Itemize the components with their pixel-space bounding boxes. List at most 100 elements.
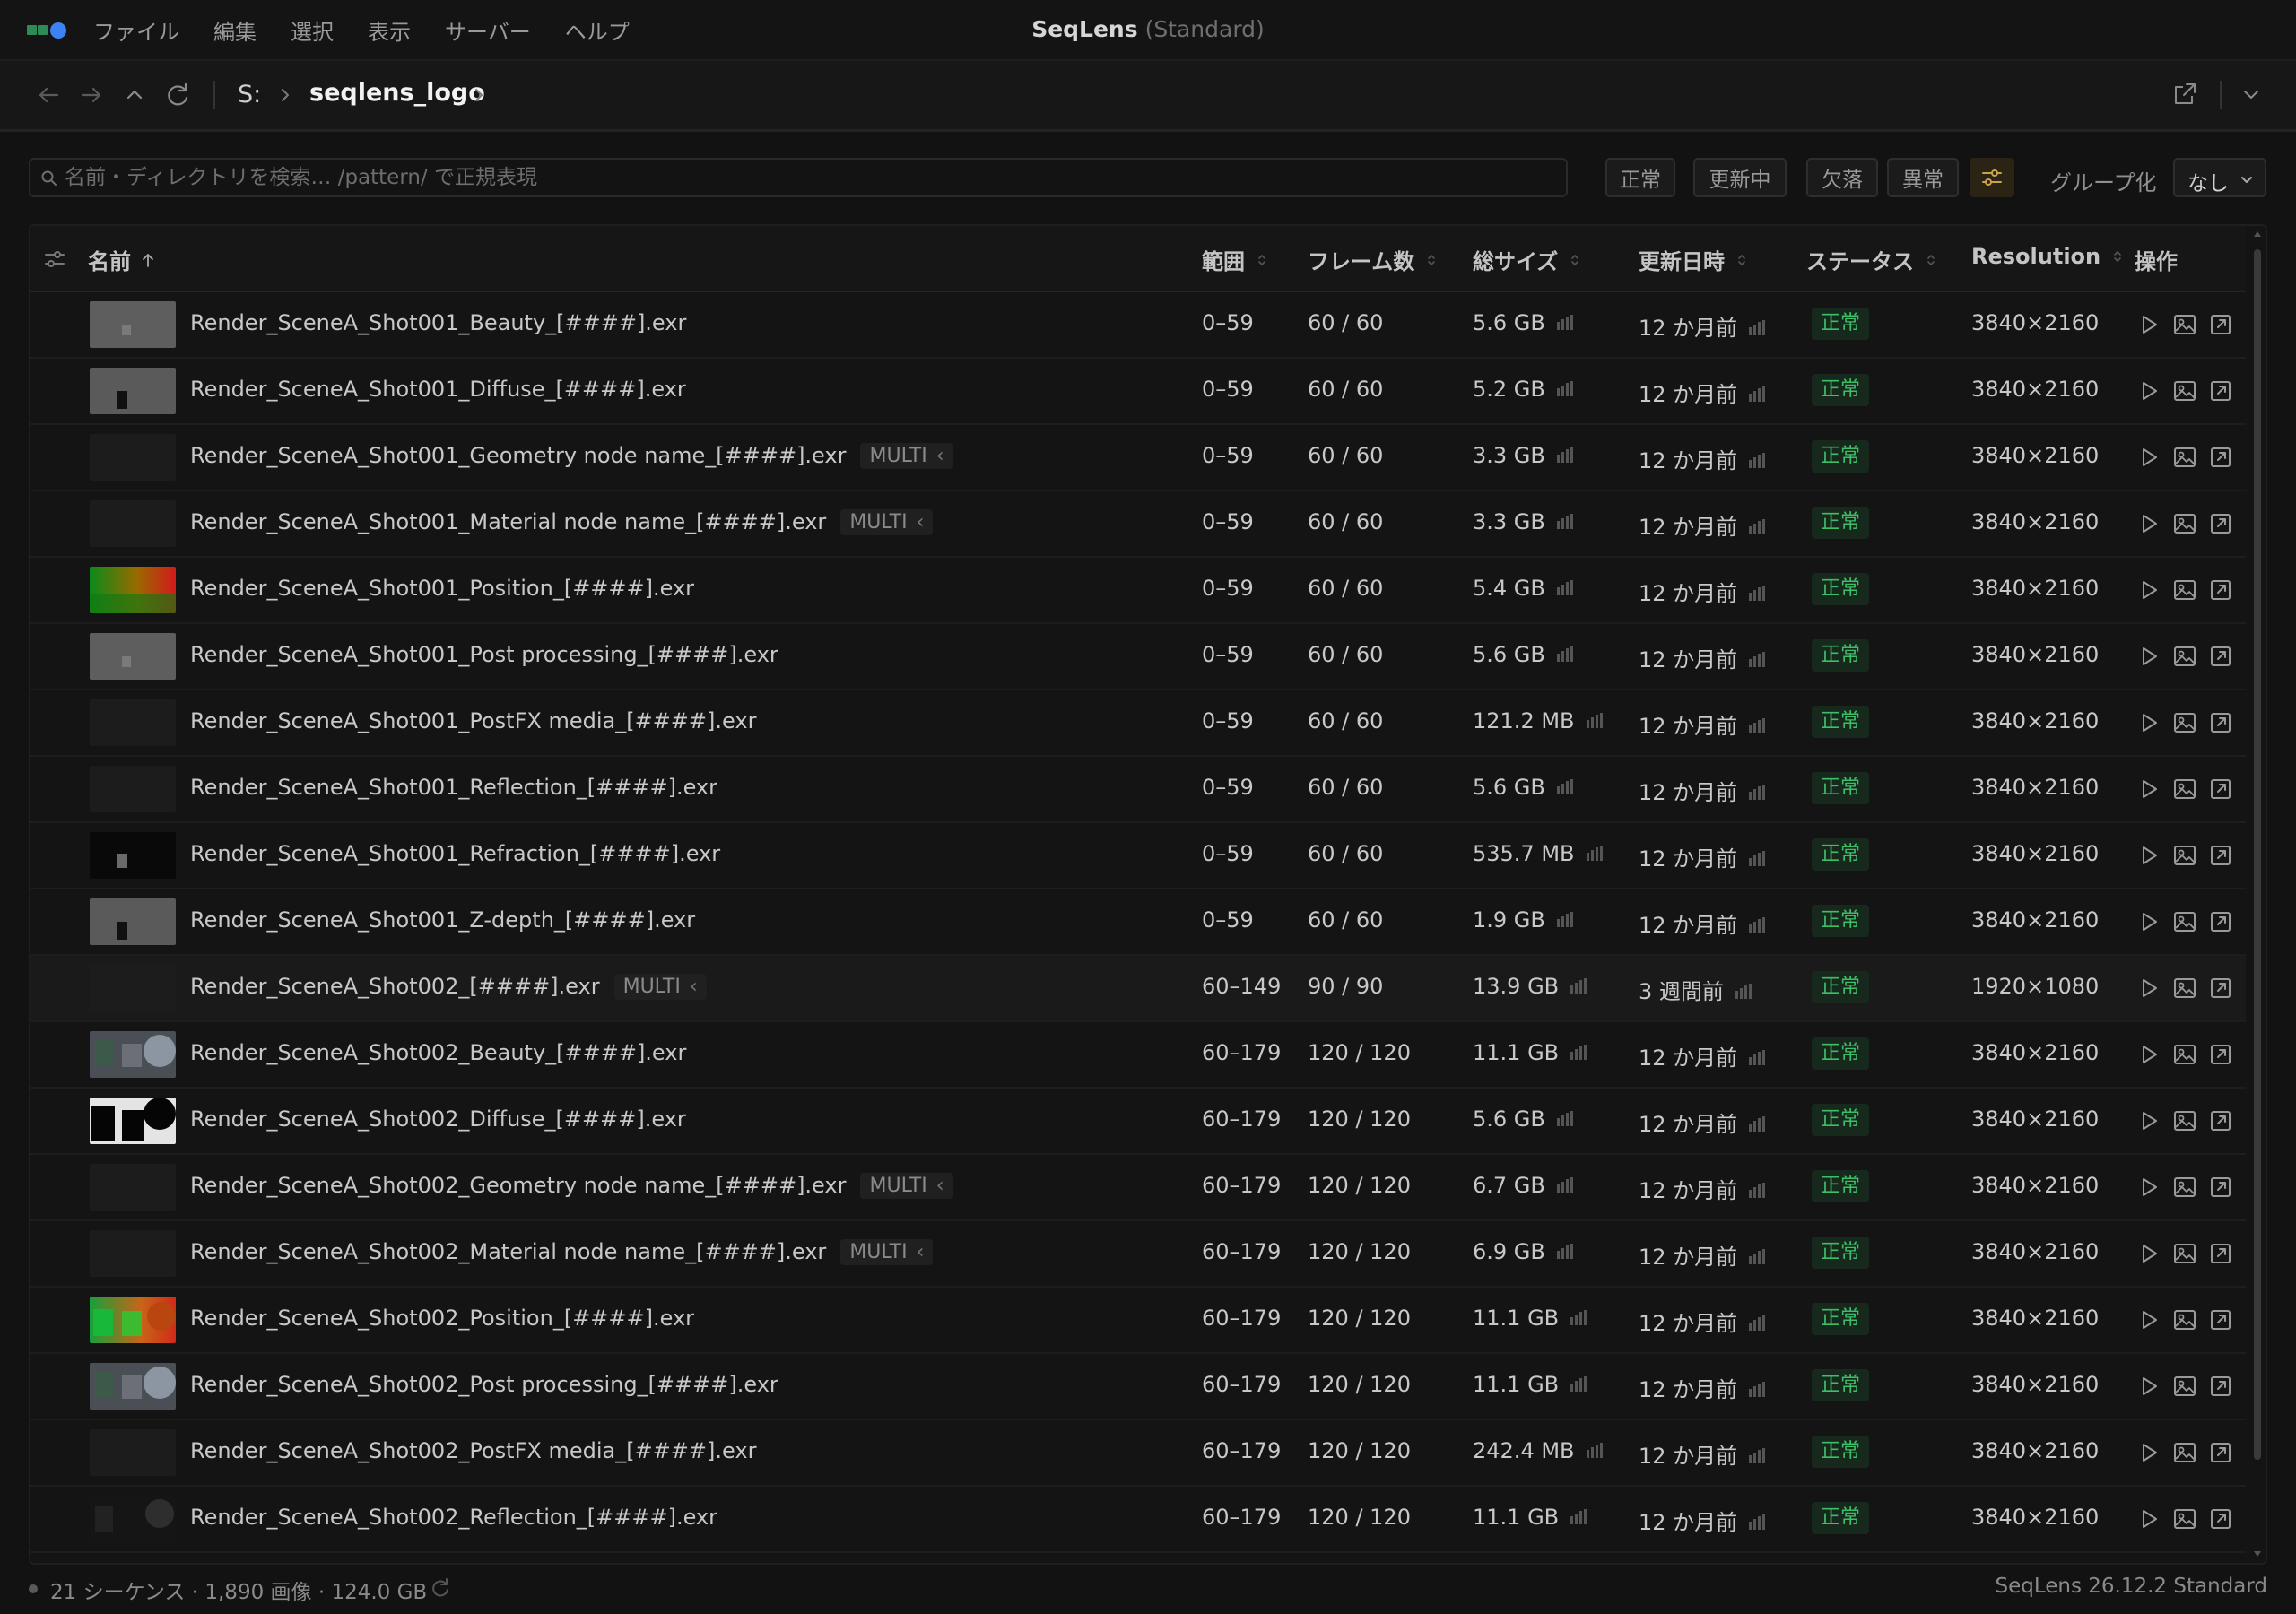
image-icon[interactable] [2172,1042,2197,1067]
open-external-icon[interactable] [2208,1440,2233,1465]
filter-chip-updating[interactable]: 更新中 [1693,158,1787,197]
open-external-icon[interactable] [2208,644,2233,669]
play-icon[interactable] [2136,1108,2161,1133]
image-icon[interactable] [2172,1440,2197,1465]
bar-chart-icon[interactable] [1570,1508,1589,1524]
filter-chip-missing[interactable]: 欠落 [1806,158,1878,197]
play-icon[interactable] [2136,777,2161,802]
play-icon[interactable] [2136,1440,2161,1465]
open-external-icon[interactable] [2208,710,2233,735]
image-icon[interactable] [2172,511,2197,536]
col-header-size[interactable]: 総サイズ [1473,244,1581,275]
play-icon[interactable] [2136,312,2161,337]
image-icon[interactable] [2172,1307,2197,1332]
open-external-icon[interactable] [2208,843,2233,868]
col-header-name[interactable]: 名前 [88,244,154,275]
chevron-right-icon[interactable] [468,82,490,108]
bar-chart-icon[interactable] [1748,651,1768,667]
play-icon[interactable] [2136,909,2161,934]
bar-chart-icon[interactable] [1748,717,1768,733]
bar-chart-icon[interactable] [1748,518,1768,534]
scroll-up-icon[interactable] [2252,230,2263,239]
refresh-icon[interactable] [161,79,194,111]
table-row[interactable]: Render_SceneA_Shot001_Material node name… [30,491,2246,558]
table-row[interactable]: Render_SceneA_Shot001_Z-depth_[####].exr… [30,889,2246,956]
image-icon[interactable] [2172,1241,2197,1266]
table-row[interactable]: Render_SceneA_Shot001_Geometry node name… [30,425,2246,491]
filter-settings-button[interactable] [1970,158,2014,197]
refresh-icon[interactable] [429,1576,452,1600]
table-row[interactable]: Render_SceneA_Shot002_Beauty_[####].exr 6… [30,1022,2246,1089]
play-icon[interactable] [2136,577,2161,603]
multi-badge[interactable]: MULTI ‹ [860,1173,953,1199]
image-icon[interactable] [2172,710,2197,735]
col-header-range[interactable]: 範囲 [1202,244,1268,275]
play-icon[interactable] [2136,445,2161,470]
table-row[interactable]: Render_SceneA_Shot002_PostFX media_[####… [30,1420,2246,1487]
open-external-icon[interactable] [2208,1175,2233,1200]
col-header-status[interactable]: ステータス [1806,244,1937,275]
bar-chart-icon[interactable] [1748,784,1768,800]
open-external-icon[interactable] [2208,445,2233,470]
image-icon[interactable] [2172,577,2197,603]
bar-chart-icon[interactable] [1556,646,1576,662]
bar-chart-icon[interactable] [1570,1044,1589,1060]
group-by-select[interactable]: なし [2173,158,2266,197]
image-icon[interactable] [2172,644,2197,669]
filter-chip-error[interactable]: 異常 [1887,158,1959,197]
image-icon[interactable] [2172,777,2197,802]
open-external-icon[interactable] [2208,1108,2233,1133]
image-icon[interactable] [2172,843,2197,868]
play-icon[interactable] [2136,1374,2161,1399]
scrollbar[interactable] [2251,230,2264,1561]
open-external-icon[interactable] [2208,577,2233,603]
table-row[interactable]: Render_SceneA_Shot002_Position_[####].ex… [30,1288,2246,1354]
table-row[interactable]: Render_SceneA_Shot001_Reflection_[####].… [30,757,2246,823]
bar-chart-icon[interactable] [1748,1315,1768,1331]
bar-chart-icon[interactable] [1748,1115,1768,1132]
table-row[interactable]: Render_SceneA_Shot002_Diffuse_[####].exr… [30,1089,2246,1155]
bar-chart-icon[interactable] [1570,1375,1589,1392]
open-external-icon[interactable] [2208,909,2233,934]
play-icon[interactable] [2136,710,2161,735]
open-external-icon[interactable] [2208,378,2233,404]
open-external-icon[interactable] [2208,511,2233,536]
bar-chart-icon[interactable] [1586,1442,1605,1458]
bar-chart-icon[interactable] [1556,1110,1576,1126]
open-external-icon[interactable] [2208,312,2233,337]
play-icon[interactable] [2136,511,2161,536]
table-row[interactable]: Render_SceneA_Shot001_Refraction_[####].… [30,823,2246,889]
bar-chart-icon[interactable] [1586,845,1605,861]
image-icon[interactable] [2172,1108,2197,1133]
col-header-frames[interactable]: フレーム数 [1308,244,1438,275]
table-row[interactable]: Render_SceneA_Shot002_Geometry node name… [30,1155,2246,1221]
bar-chart-icon[interactable] [1556,380,1576,396]
table-row[interactable]: Render_SceneA_Shot002_Post processing_[#… [30,1354,2246,1420]
image-icon[interactable] [2172,312,2197,337]
bar-chart-icon[interactable] [1570,977,1589,994]
bar-chart-icon[interactable] [1748,386,1768,402]
bar-chart-icon[interactable] [1748,1049,1768,1065]
open-external-icon[interactable] [2208,1374,2233,1399]
table-row[interactable]: Render_SceneA_Shot001_Diffuse_[####].exr… [30,359,2246,425]
bar-chart-icon[interactable] [1748,585,1768,601]
bar-chart-icon[interactable] [1748,916,1768,933]
multi-badge[interactable]: MULTI ‹ [840,1239,934,1265]
scroll-down-icon[interactable] [2252,1549,2263,1558]
bar-chart-icon[interactable] [1748,452,1768,468]
up-arrow-icon[interactable] [118,79,151,111]
image-icon[interactable] [2172,976,2197,1001]
filter-chip-ok[interactable]: 正常 [1605,158,1675,197]
bar-chart-icon[interactable] [1748,1248,1768,1264]
open-external-icon[interactable] [2208,1241,2233,1266]
table-row[interactable]: Render_SceneA_Shot002_Material node name… [30,1221,2246,1288]
table-row[interactable]: Render_SceneA_Shot001_Beauty_[####].exr 0… [30,292,2246,359]
bar-chart-icon[interactable] [1748,1514,1768,1530]
image-icon[interactable] [2172,909,2197,934]
col-header-modified[interactable]: 更新日時 [1639,244,1748,275]
bar-chart-icon[interactable] [1556,778,1576,794]
play-icon[interactable] [2136,843,2161,868]
image-icon[interactable] [2172,378,2197,404]
scrollbar-thumb[interactable] [2254,249,2261,1460]
bar-chart-icon[interactable] [1556,314,1576,330]
